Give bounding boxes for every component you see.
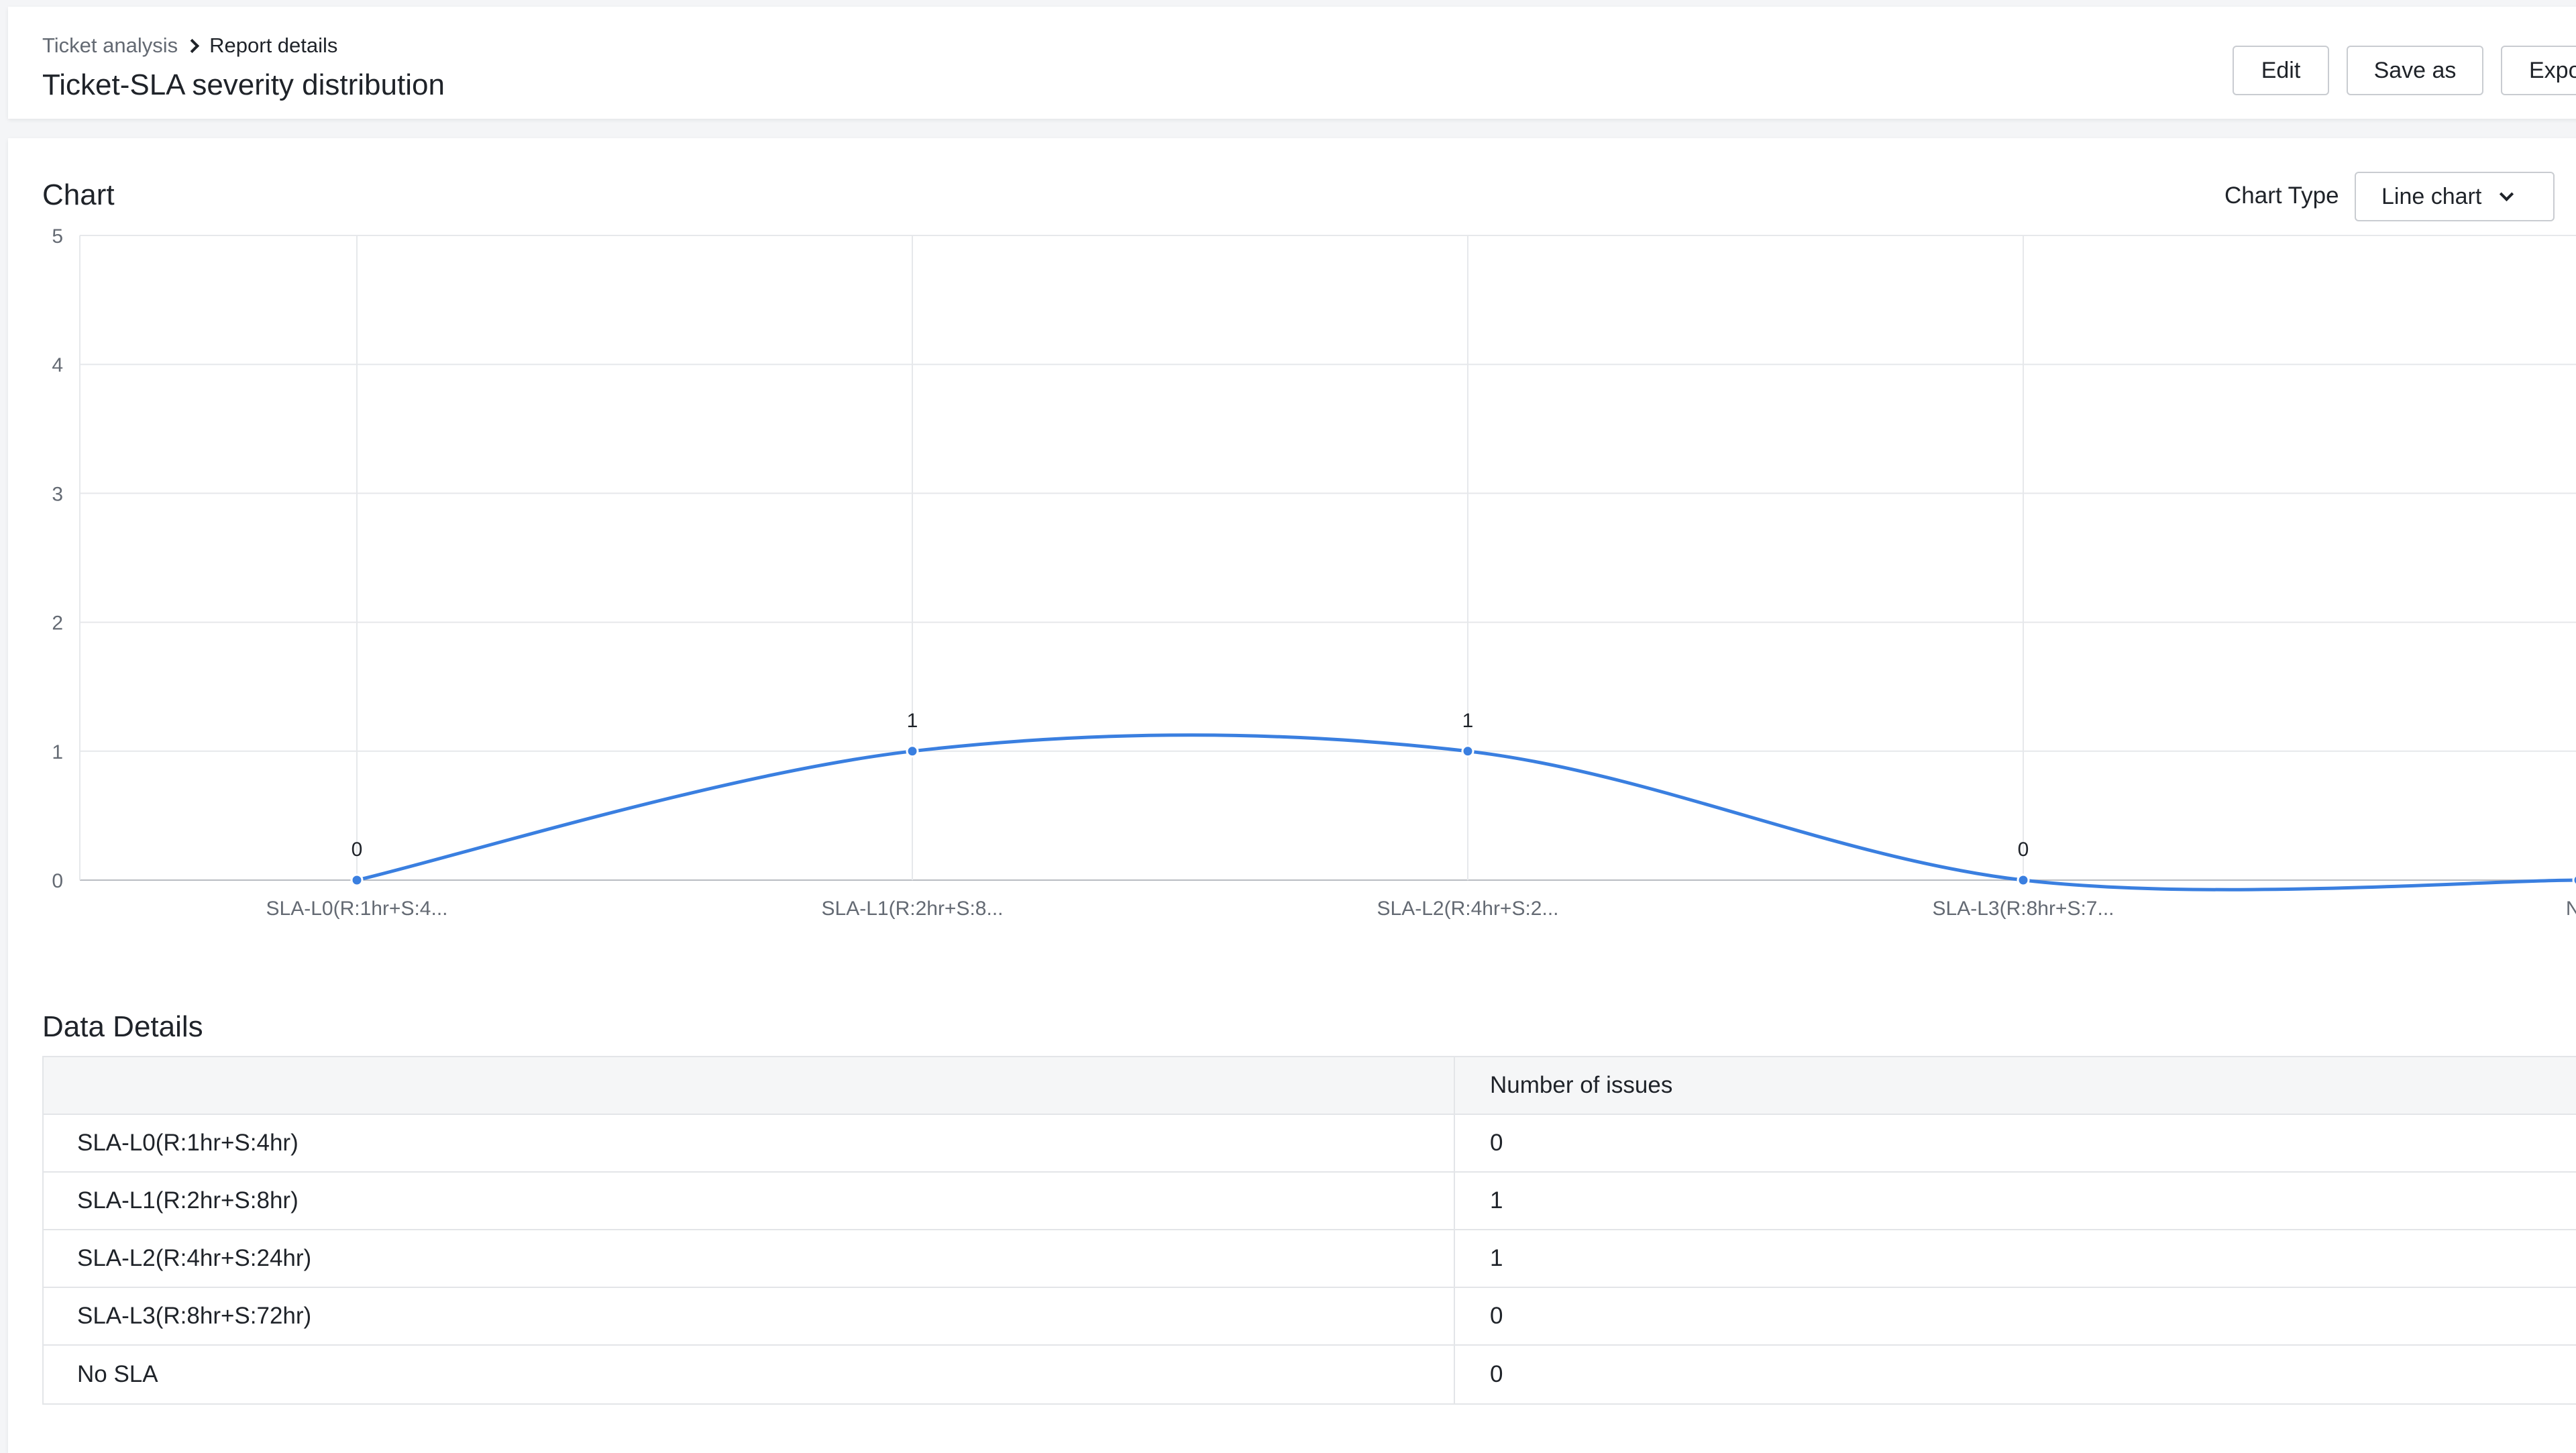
breadcrumb-report-details: Report details — [209, 34, 338, 57]
table-cell-value: 1 — [1490, 1245, 1503, 1271]
y-tick-label: 4 — [52, 354, 63, 376]
table-cell-value: 0 — [1490, 1361, 1503, 1387]
chevron-right-icon — [185, 38, 200, 53]
table-cell-name: SLA-L1(R:2hr+S:8hr) — [44, 1173, 1455, 1229]
table-header-number-of-issues: Number of issues — [1490, 1072, 1673, 1098]
series-line — [356, 733, 2576, 892]
table-header-row: Number of issues — [44, 1057, 2576, 1115]
edit-button[interactable]: Edit — [2233, 46, 2329, 95]
page-title: Ticket-SLA severity distribution — [42, 68, 445, 101]
data-point — [1461, 745, 1474, 758]
x-tick-label: SLA-L3(R:8hr+S:7... — [1933, 898, 2114, 920]
y-tick-label: 2 — [52, 612, 63, 635]
y-tick-label: 0 — [52, 870, 63, 892]
data-label: 1 — [907, 710, 918, 732]
data-point — [906, 745, 919, 758]
y-tick-label: 5 — [52, 225, 63, 248]
line-chart: 0 1 2 3 4 5 SLA-L0(R:1hr+S:4... SLA-L1(R:2hr+S:… — [52, 225, 2576, 920]
data-label: 1 — [1462, 710, 1474, 732]
breadcrumb-ticket-analysis[interactable]: Ticket analysis — [42, 34, 178, 58]
y-tick-label: 3 — [52, 483, 63, 505]
data-label: 0 — [352, 839, 363, 861]
data-details-title: Data Details — [42, 1010, 203, 1043]
x-tick-label: No — [2566, 898, 2576, 920]
data-point — [2572, 874, 2576, 886]
x-tick-label: SLA-L2(R:4hr+S:2... — [1377, 898, 1559, 920]
x-tick-label: SLA-L0(R:1hr+S:4... — [266, 898, 448, 920]
table-cell-name: No SLA — [44, 1346, 1455, 1403]
save-as-button[interactable]: Save as — [2347, 46, 2483, 95]
breadcrumb: Ticket analysis Report details — [42, 34, 337, 58]
table-row: SLA-L3(R:8hr+S:72hr) 0 — [44, 1288, 2576, 1346]
y-tick-label: 1 — [52, 741, 63, 763]
export-button[interactable]: Expo — [2501, 46, 2576, 95]
data-label: 0 — [2018, 839, 2029, 861]
table-cell-name: SLA-L2(R:4hr+S:24hr) — [44, 1230, 1455, 1287]
table-header-name — [44, 1057, 1455, 1114]
table-cell-name: SLA-L0(R:1hr+S:4hr) — [44, 1115, 1455, 1171]
table-cell-value: 0 — [1490, 1130, 1503, 1156]
x-tick-label: SLA-L1(R:2hr+S:8... — [822, 898, 1004, 920]
table-row: SLA-L0(R:1hr+S:4hr) 0 — [44, 1115, 2576, 1173]
table-cell-name: SLA-L3(R:8hr+S:72hr) — [44, 1288, 1455, 1344]
data-point — [2017, 873, 2030, 887]
data-point — [350, 873, 364, 887]
report-header: Ticket analysis Report details Ticket-SL… — [8, 7, 2576, 119]
table-row: SLA-L2(R:4hr+S:24hr) 1 — [44, 1230, 2576, 1288]
table-row: No SLA 0 — [44, 1346, 2576, 1403]
table-cell-value: 0 — [1490, 1303, 1503, 1329]
table-cell-value: 1 — [1490, 1187, 1503, 1214]
data-details-table: Number of issues SLA-L0(R:1hr+S:4hr) 0 S… — [42, 1056, 2576, 1405]
report-content-card: Chart Chart Type Line chart 0 1 2 3 4 5 SLA-L0… — [8, 138, 2576, 1453]
table-row: SLA-L1(R:2hr+S:8hr) 1 — [44, 1173, 2576, 1230]
